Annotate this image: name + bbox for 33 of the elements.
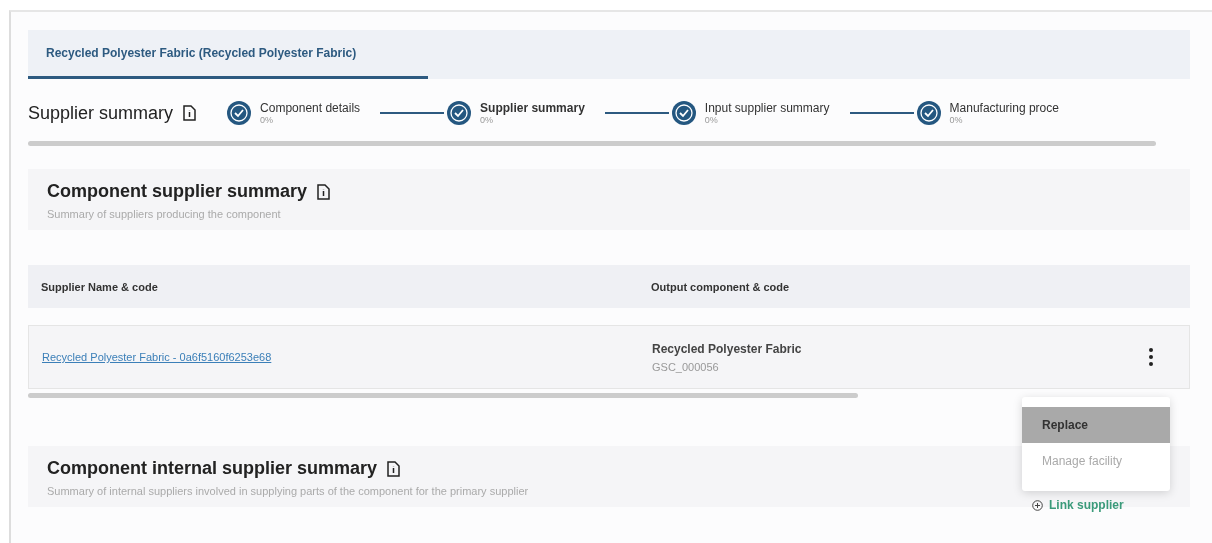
section-subtitle: Summary of suppliers producing the component (47, 208, 282, 220)
step-percent: 0% (480, 115, 495, 125)
section-subtitle: Summary of internal suppliers involved in supplying parts of the component for the primary supplier (47, 485, 530, 497)
horizontal-scrollbar[interactable] (28, 393, 858, 398)
step-percent: 0% (260, 115, 275, 125)
page-title: Supplier summary (28, 102, 174, 124)
step-connector (604, 112, 669, 114)
check-circle-icon (446, 100, 473, 126)
check-circle-icon (670, 100, 697, 126)
section-title: Component internal supplier summary (47, 458, 378, 479)
component-name: Recycled Polyester Fabric (652, 341, 803, 356)
step-label[interactable]: Input supplier summary (704, 101, 830, 115)
menu-item[interactable]: Replace (1022, 407, 1170, 443)
step-percent: 0% (949, 115, 964, 125)
component-code: GSC_000056 (652, 360, 720, 373)
check-circle-icon (915, 100, 942, 126)
section-title: Component supplier summary (47, 181, 308, 202)
horizontal-scrollbar[interactable] (28, 141, 1156, 146)
document-info-icon (317, 183, 331, 200)
step-connector (380, 112, 445, 114)
step-percent: 0% (704, 115, 719, 125)
supplier-link[interactable]: Recycled Polyester Fabric - 0a6f5160f6253e68 (42, 351, 652, 363)
step-connector (849, 112, 914, 114)
step-label[interactable]: Supplier summary (480, 101, 585, 115)
step-label[interactable]: Component details (260, 101, 361, 115)
document-info-icon (387, 460, 401, 477)
column-header: Output component & code (651, 280, 791, 293)
check-circle-icon (226, 100, 253, 126)
column-header: Supplier Name & code (41, 280, 159, 293)
plus-circle-icon (1032, 499, 1043, 511)
more-options-button[interactable] (1146, 346, 1156, 368)
document-info-icon (183, 105, 197, 121)
step-label[interactable]: Manufacturing proce (949, 101, 1059, 115)
